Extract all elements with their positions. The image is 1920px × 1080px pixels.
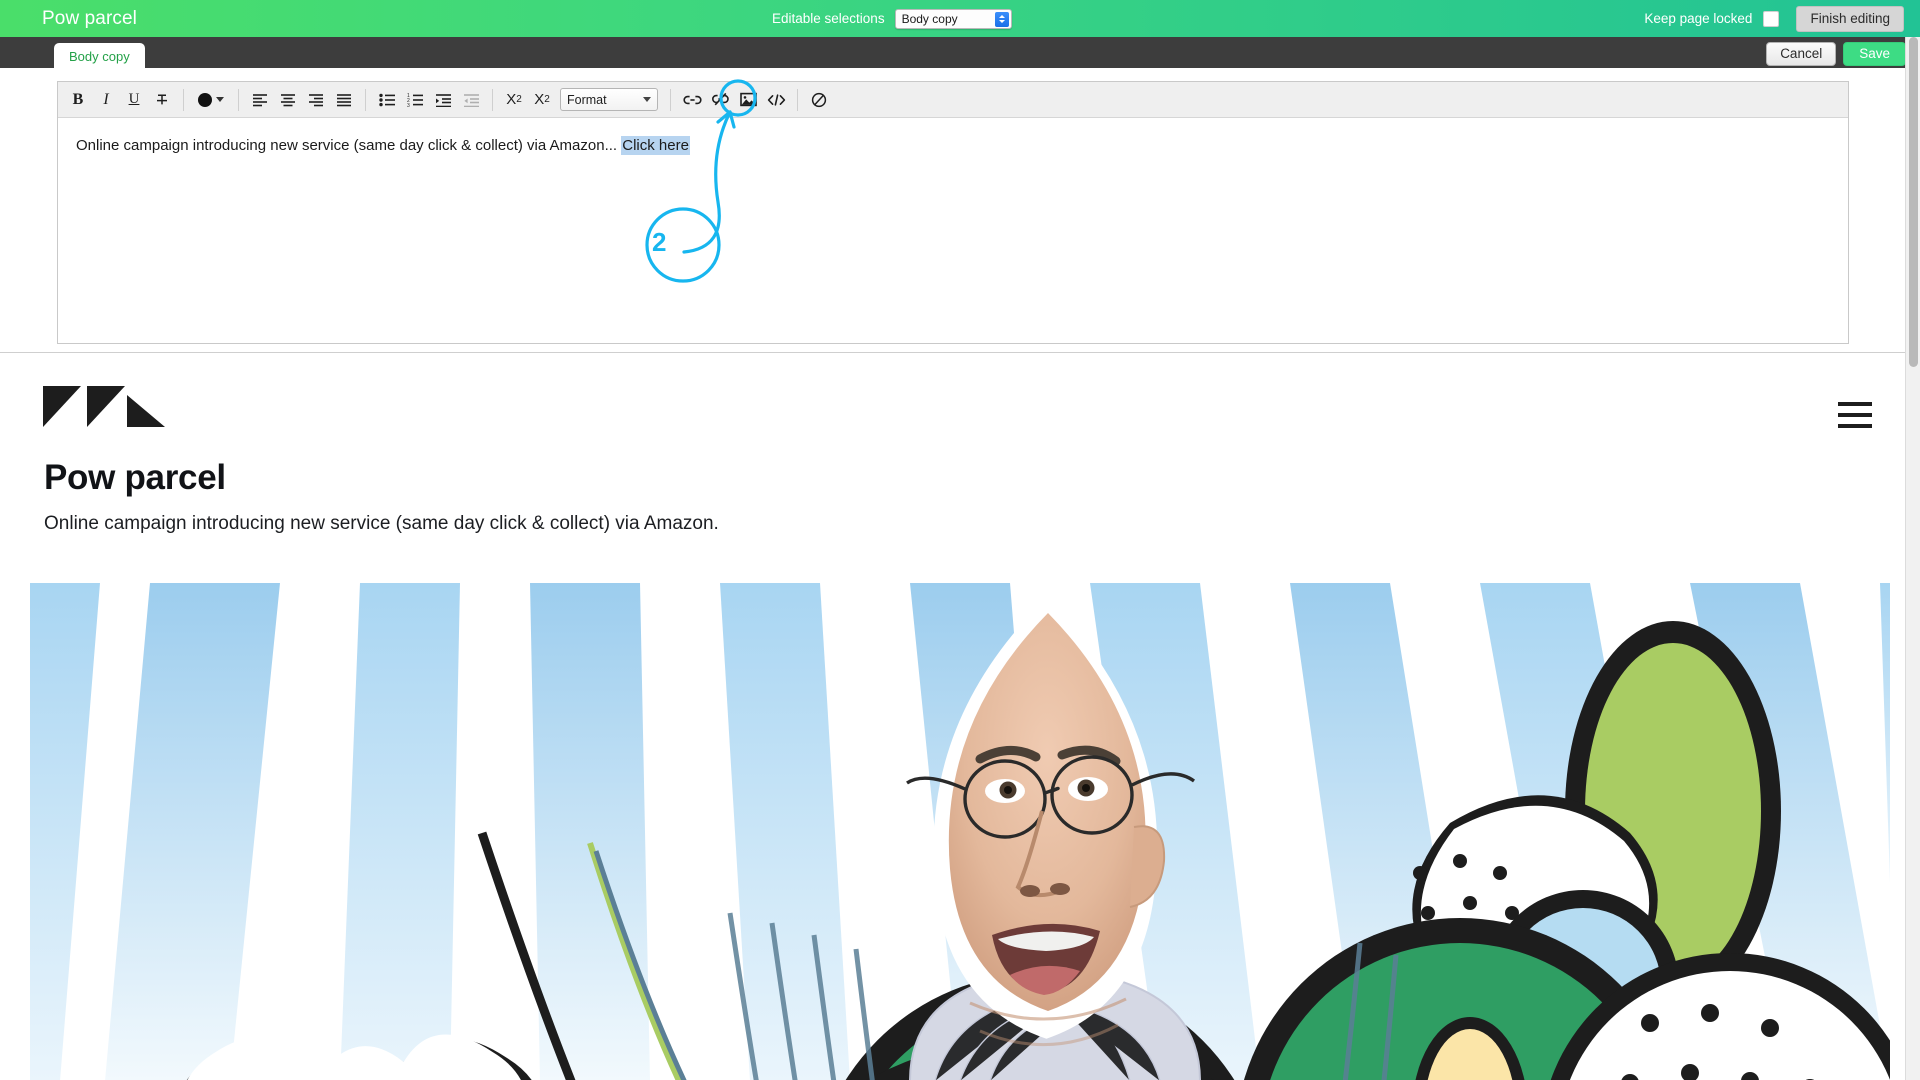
editable-selections-value: Body copy	[901, 11, 958, 26]
align-center-icon[interactable]	[274, 87, 302, 113]
text-color-button[interactable]	[191, 87, 231, 113]
toolbar-divider	[183, 88, 184, 111]
page-preview: Pow parcel Online campaign introducing n…	[0, 352, 1920, 1080]
toolbar-divider	[797, 88, 798, 111]
app-title: Pow parcel	[42, 7, 137, 29]
underline-button[interactable]: U	[120, 87, 148, 113]
text-color-swatch-icon	[198, 92, 212, 107]
link-icon[interactable]	[678, 87, 706, 113]
editor-content-area[interactable]: Online campaign introducing new service …	[58, 118, 1848, 173]
keep-page-locked-checkbox[interactable]	[1763, 10, 1780, 27]
finish-editing-button[interactable]: Finish editing	[1796, 5, 1904, 32]
annotation-number: 2	[652, 227, 667, 257]
align-left-icon[interactable]	[246, 87, 274, 113]
toolbar-group-clear	[805, 87, 833, 113]
page-scrollbar[interactable]	[1905, 37, 1920, 1080]
tab-actions: Cancel Save	[1766, 42, 1906, 66]
superscript-base: X	[506, 91, 517, 108]
remove-format-icon[interactable]	[805, 87, 833, 113]
editor-body-text: Online campaign introducing new service …	[76, 137, 622, 154]
align-justify-icon[interactable]	[330, 87, 358, 113]
topbar-right-controls: Keep page locked Finish editing	[1644, 0, 1904, 37]
numbered-list-icon[interactable]: 123	[401, 87, 429, 113]
toolbar-group-align	[246, 87, 358, 113]
toolbar-divider	[238, 88, 239, 111]
editor-selected-link[interactable]: Click here	[621, 136, 690, 155]
align-right-icon[interactable]	[302, 87, 330, 113]
bullet-list-icon[interactable]	[373, 87, 401, 113]
format-dropdown[interactable]: Format	[560, 88, 658, 111]
chevron-down-icon	[643, 97, 651, 102]
unlink-icon[interactable]	[706, 87, 734, 113]
bold-button[interactable]: B	[64, 87, 92, 113]
hero-illustration	[30, 583, 1890, 1080]
chevron-down-icon	[216, 97, 224, 102]
keep-page-locked-label: Keep page locked	[1644, 11, 1753, 26]
page-body-text: Online campaign introducing new service …	[44, 513, 719, 534]
superscript-button[interactable]: X2	[500, 87, 528, 113]
superscript-exp: 2	[516, 94, 522, 105]
subscript-base: X	[534, 91, 545, 108]
stepper-arrows-icon[interactable]	[994, 11, 1009, 27]
editable-selections-label: Editable selections	[772, 11, 885, 26]
cancel-button[interactable]: Cancel	[1766, 42, 1837, 66]
scrollbar-thumb[interactable]	[1909, 37, 1918, 367]
svg-text:3: 3	[407, 103, 410, 107]
rich-text-editor: B I U 1 2 3 X 2 X 2 Format Online campai…	[57, 81, 1849, 344]
toolbar-group-text-style: B I U	[64, 87, 176, 113]
page-title: Pow parcel	[44, 458, 226, 497]
toolbar-divider	[670, 88, 671, 111]
toolbar-divider	[492, 88, 493, 111]
editor-toolbar: B I U 1 2 3 X 2 X 2 Format	[58, 82, 1848, 118]
tab-body-copy[interactable]: Body copy	[54, 43, 145, 72]
toolbar-divider	[365, 88, 366, 111]
italic-button[interactable]: I	[92, 87, 120, 113]
format-dropdown-value: Format	[567, 92, 607, 107]
save-button[interactable]: Save	[1843, 42, 1906, 66]
image-icon[interactable]	[734, 87, 762, 113]
pow-parcel-logo	[43, 386, 165, 441]
subscript-exp: 2	[544, 94, 550, 105]
hamburger-menu-icon[interactable]	[1838, 402, 1872, 428]
code-icon[interactable]	[762, 87, 790, 113]
toolbar-group-color	[191, 87, 231, 113]
app-root: Pow parcel Editable selections Body copy…	[0, 0, 1920, 1080]
toolbar-group-insert	[678, 87, 790, 113]
editable-selections-group: Editable selections Body copy	[772, 0, 1012, 37]
indent-icon[interactable]	[429, 87, 457, 113]
editable-selections-dropdown[interactable]: Body copy	[894, 8, 1012, 29]
toolbar-group-list: 123	[373, 87, 485, 113]
subscript-button[interactable]: X2	[528, 87, 556, 113]
outdent-icon[interactable]	[457, 87, 485, 113]
top-green-bar: Pow parcel Editable selections Body copy…	[0, 0, 1920, 37]
tab-bar: Body copy Cancel Save	[0, 37, 1920, 72]
strikethrough-icon[interactable]	[148, 87, 176, 113]
toolbar-group-script: X2 X2	[500, 87, 556, 113]
